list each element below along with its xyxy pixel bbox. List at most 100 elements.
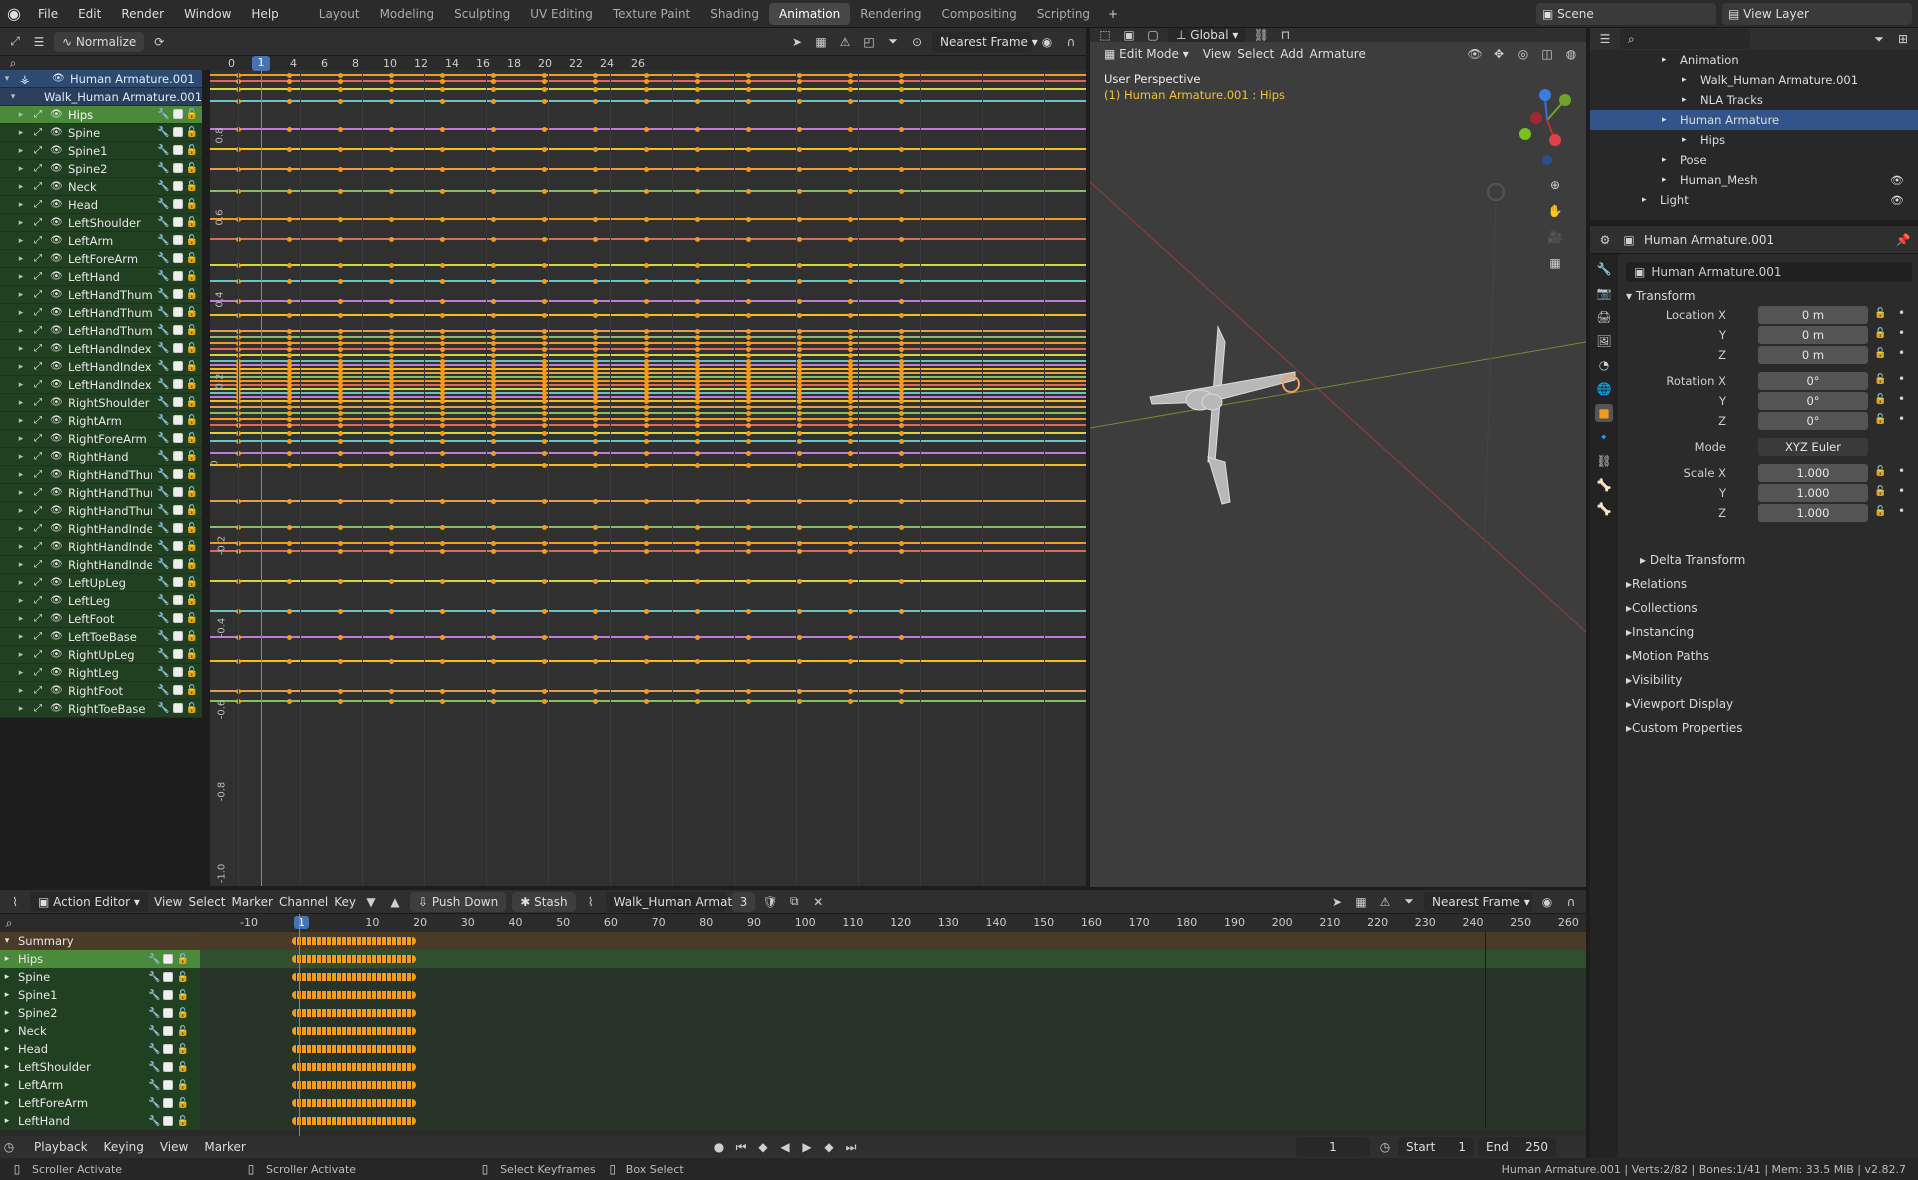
keyframe-point[interactable] (848, 347, 853, 352)
keyframe-point[interactable] (899, 189, 904, 194)
keyframe-point[interactable] (542, 541, 547, 546)
keyframe-point[interactable] (797, 659, 802, 664)
keyframe-point[interactable] (389, 341, 394, 346)
wrench-icon[interactable]: 🔧 (157, 487, 169, 498)
keyframe-point[interactable] (491, 635, 496, 640)
fcurve[interactable] (210, 79, 1086, 84)
channel-group-row[interactable]: ▸ ⤢ 👁 Head 🔧 🔓 (0, 196, 202, 214)
keyframe-point[interactable] (644, 451, 649, 456)
lock-icon[interactable]: 🔓 (186, 415, 198, 426)
keyframe-point[interactable] (389, 189, 394, 194)
channel-group-row[interactable]: ▸ ⤢ 👁 LeftHandIndex2 🔧 🔓 (0, 358, 202, 376)
editor-type-icon[interactable]: ⌇ (6, 893, 24, 911)
lock-icon[interactable]: 🔓 (186, 127, 198, 138)
wrench-icon[interactable]: 🔧 (157, 577, 169, 588)
keyframe-point[interactable] (644, 579, 649, 584)
keyframe-point[interactable] (338, 79, 343, 84)
lock-icon[interactable]: 🔓 (186, 685, 198, 696)
keyframe-point[interactable] (287, 499, 292, 504)
keyframe-point[interactable] (746, 699, 751, 704)
fcurve[interactable] (210, 689, 1086, 694)
location-x-field[interactable]: 0 m (1758, 306, 1868, 324)
wrench-icon[interactable]: 🔧 (157, 415, 169, 426)
keyframe-point[interactable] (899, 353, 904, 358)
keyframe-point[interactable] (338, 463, 343, 468)
fcurve-visibility-icon[interactable]: ⤢ (34, 235, 42, 246)
filter-icon[interactable]: ⏷ (1400, 893, 1418, 911)
fcurve[interactable] (210, 237, 1086, 242)
keyframe-point[interactable] (491, 347, 496, 352)
workspace-tab-rendering[interactable]: Rendering (850, 3, 931, 25)
outliner-row[interactable]: ▸ NLA Tracks (1590, 90, 1918, 110)
menu-edit[interactable]: Edit (68, 7, 111, 21)
keyframe-point[interactable] (440, 579, 445, 584)
lock-icon[interactable]: 🔓 (176, 954, 188, 965)
keyframe-point[interactable] (746, 279, 751, 284)
keyframe-point[interactable] (644, 347, 649, 352)
outliner-row[interactable]: ▸ Hips (1590, 130, 1918, 150)
fcurve[interactable] (210, 463, 1086, 468)
channel-group-row[interactable]: ▸ ⤢ 👁 RightForeArm 🔧 🔓 (0, 430, 202, 448)
keyframe-point[interactable] (338, 499, 343, 504)
keyframe-point[interactable] (491, 279, 496, 284)
keyframe-point[interactable] (338, 335, 343, 340)
keyframe-point[interactable] (338, 411, 343, 416)
eye-icon[interactable]: 👁 (50, 523, 63, 534)
keyframe-point[interactable] (593, 313, 598, 318)
keyframe-point[interactable] (593, 525, 598, 530)
fcurve-visibility-icon[interactable]: ⤢ (34, 703, 42, 714)
keyframe-point[interactable] (491, 237, 496, 242)
new-collection-icon[interactable]: ⊞ (1894, 30, 1912, 48)
duplicate-icon[interactable]: ⧉ (785, 893, 803, 911)
fcurve-visibility-icon[interactable]: ⤢ (34, 595, 42, 606)
keyframe-point[interactable] (440, 423, 445, 428)
channel-group-row[interactable]: ▸ ⤢ 👁 Neck 🔧 🔓 (0, 178, 202, 196)
mute-checkbox[interactable] (172, 379, 183, 389)
action-channel-row[interactable]: ▸ Spine2 🔧 🔓 (0, 1004, 1586, 1022)
keyframe-point[interactable] (644, 541, 649, 546)
keyframe-point[interactable] (542, 699, 547, 704)
outliner-row[interactable]: ▸ Pose (1590, 150, 1918, 170)
fcurve[interactable] (210, 659, 1086, 664)
fcurve-visibility-icon[interactable]: ⤢ (34, 649, 42, 660)
keyframe-point[interactable] (542, 99, 547, 104)
keyframe-point[interactable] (746, 417, 751, 422)
keyframe-point[interactable] (746, 609, 751, 614)
keyframe-point[interactable] (848, 127, 853, 132)
wrench-icon[interactable]: 🔧 (157, 343, 169, 354)
keyframe-point[interactable] (338, 451, 343, 456)
keyframe-point[interactable] (593, 411, 598, 416)
keyframe-point[interactable] (848, 689, 853, 694)
eye-icon[interactable]: 👁 (50, 217, 63, 228)
action-menu-key[interactable]: Key (334, 895, 356, 909)
play-reverse-icon[interactable]: ◀ (776, 1138, 794, 1156)
keyframe-point[interactable] (593, 463, 598, 468)
keyframe-strip[interactable] (292, 1045, 416, 1053)
fcurve[interactable] (210, 439, 1086, 444)
keyframe-point[interactable] (695, 353, 700, 358)
keyframe-point[interactable] (389, 689, 394, 694)
jump-start-icon[interactable]: ⏮ (732, 1138, 750, 1156)
keyframe-point[interactable] (338, 699, 343, 704)
keyframe-point[interactable] (542, 79, 547, 84)
keyframe-strip[interactable] (292, 991, 416, 999)
mute-checkbox[interactable] (172, 595, 183, 605)
channel-group-row[interactable]: ▸ ⤢ 👁 LeftHandIndex3 🔧 🔓 (0, 376, 202, 394)
fcurve[interactable] (210, 549, 1086, 554)
keyframe-point[interactable] (389, 431, 394, 436)
keyframe-point[interactable] (389, 405, 394, 410)
keyframe-point[interactable] (848, 659, 853, 664)
keyframe-point[interactable] (746, 73, 751, 78)
mute-checkbox[interactable] (163, 1043, 174, 1054)
wrench-icon[interactable]: 🔧 (157, 109, 169, 120)
fcurve-visibility-icon[interactable]: ⤢ (34, 415, 42, 426)
keyframe-point[interactable] (848, 635, 853, 640)
keyframe-point[interactable] (338, 217, 343, 222)
panel-viewport-display[interactable]: ▸ Viewport Display (1626, 692, 1742, 716)
keyframe-point[interactable] (491, 411, 496, 416)
channel-group-row[interactable]: ▸ ⤢ 👁 RightLeg 🔧 🔓 (0, 664, 202, 682)
keyframe-point[interactable] (491, 313, 496, 318)
keyframe-point[interactable] (338, 329, 343, 334)
action-channel-row[interactable]: ▸ Hips 🔧 🔓 (0, 950, 1586, 968)
keyframe-point[interactable] (899, 299, 904, 304)
